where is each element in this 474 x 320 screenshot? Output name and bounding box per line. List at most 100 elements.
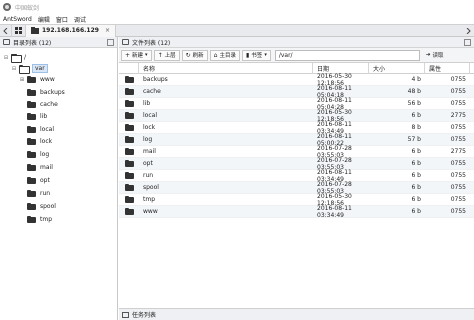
new-button[interactable]: + 新建 ▾ (121, 49, 152, 61)
collapse-toggle-icon[interactable]: ⊟ (11, 66, 17, 72)
table-row[interactable]: cache 2016-08-11 05:04:18 48 b 0755 (119, 85, 474, 99)
tree-item-lib[interactable]: lib (27, 111, 47, 122)
task-list-bar[interactable]: 任务列表 (119, 308, 474, 320)
folder-icon (27, 101, 36, 108)
list-icon (122, 39, 129, 45)
tab-scroll-right-button[interactable] (464, 27, 472, 35)
chevron-left-icon (3, 27, 8, 34)
file-size: 56 b (407, 100, 421, 107)
file-name: lock (143, 124, 156, 131)
file-name: backups (143, 76, 168, 83)
tree-item-mail[interactable]: mail (27, 162, 53, 173)
refresh-button[interactable]: ↻ 刷新 (181, 49, 208, 61)
file-perm: 0755 (450, 76, 466, 83)
column-header-name[interactable]: 名称 (139, 62, 313, 74)
column-header-size[interactable]: 大小 (369, 62, 425, 74)
tree-item-label: run (40, 190, 51, 197)
file-name: mail (143, 148, 156, 155)
chevron-right-icon (466, 28, 471, 34)
column-header-perm[interactable]: 属性 (425, 62, 470, 74)
tree-item-var[interactable]: ⊟ var (11, 63, 48, 74)
table-row[interactable]: spool 2016-07-28 03:55:03 6 b 0755 (119, 181, 474, 195)
folder-icon (27, 216, 36, 223)
folder-icon (125, 148, 134, 155)
folder-icon (27, 89, 36, 96)
file-perm: 0755 (450, 160, 466, 167)
tree-item-www[interactable]: ⊞ www (19, 74, 55, 85)
file-name: run (143, 172, 154, 179)
folder-icon (31, 27, 39, 34)
tree-item-log[interactable]: log (27, 149, 49, 160)
tree-item-opt[interactable]: opt (27, 175, 50, 186)
table-row[interactable]: opt 2016-07-28 03:55:03 6 b 0755 (119, 157, 474, 171)
folder-icon (27, 190, 36, 197)
tree-item-local[interactable]: local (27, 124, 54, 135)
tree-item-label: / (24, 54, 27, 61)
table-row[interactable]: log 2016-08-11 05:00:22 57 b 0755 (119, 133, 474, 147)
path-input[interactable] (274, 49, 420, 61)
tree-item-backups[interactable]: backups (27, 87, 65, 98)
folder-icon (125, 112, 134, 119)
folder-icon (125, 100, 134, 107)
collapse-button[interactable] (464, 39, 471, 46)
bookmark-button-label: 书签 (251, 53, 263, 59)
file-size: 48 b (407, 88, 421, 95)
file-size: 6 b (411, 172, 421, 179)
tree-item-label: www (40, 76, 55, 83)
tree-item-label: spool (40, 203, 56, 210)
file-size: 6 b (411, 184, 421, 191)
expand-toggle-icon[interactable]: ⊞ (19, 77, 25, 83)
file-perm: 0755 (450, 136, 466, 143)
tree-item-run[interactable]: run (27, 188, 50, 199)
file-perm: 0755 (450, 172, 466, 179)
tree-item-label: tmp (40, 216, 53, 223)
tree-item-cache[interactable]: cache (27, 99, 58, 110)
menu-edit[interactable]: 编辑 (38, 15, 50, 24)
folder-icon (27, 126, 36, 133)
folder-icon (125, 88, 134, 95)
tree-item-spool[interactable]: spool (27, 201, 56, 212)
menu-window[interactable]: 窗口 (56, 15, 68, 24)
plus-icon: + (125, 51, 131, 59)
bookmark-icon: ▮ (245, 51, 250, 59)
file-size: 8 b (411, 124, 421, 131)
folder-icon (125, 124, 134, 131)
tab-scroll-left-button[interactable] (0, 25, 12, 36)
home-button[interactable]: ⌂ 主目录 (209, 49, 240, 61)
file-table-header: 名称 日期 大小 属性 (119, 62, 474, 74)
table-row[interactable]: mail 2016-07-28 03:55:03 6 b 2775 (119, 145, 474, 159)
tree-item-root[interactable]: ⊟ / (3, 52, 26, 63)
collapse-button[interactable] (107, 39, 114, 46)
read-button[interactable]: ➔ 读取 (423, 50, 447, 61)
column-header-icon (119, 62, 139, 74)
file-perm: 0755 (450, 184, 466, 191)
tree-item-tmp[interactable]: tmp (27, 214, 52, 225)
file-toolbar: + 新建 ▾ ↑ 上层 ↻ 刷新 ⌂ 主目录 ▮ 书签 ▾ ➔ 读取 (119, 48, 474, 63)
table-row[interactable]: www 2016-08-11 03:34:49 6 b 0755 (119, 205, 474, 219)
bookmark-button[interactable]: ▮ 书签 ▾ (241, 49, 271, 61)
read-button-label: 读取 (432, 53, 444, 59)
collapse-toggle-icon[interactable]: ⊟ (3, 55, 9, 61)
home-grid-tab[interactable] (12, 25, 26, 36)
folder-open-icon (19, 65, 30, 74)
table-row[interactable]: tmp 2016-05-30 12:18:56 6 b 0755 (119, 193, 474, 207)
table-row[interactable]: lib 2016-08-11 05:04:28 56 b 0755 (119, 97, 474, 111)
tree-item-lock[interactable]: lock (27, 136, 52, 147)
menu-antsword[interactable]: AntSword (3, 16, 32, 23)
table-row[interactable]: lock 2016-08-11 03:34:49 8 b 0755 (119, 121, 474, 135)
table-row[interactable]: run 2016-08-11 03:34:49 6 b 0755 (119, 169, 474, 183)
close-icon[interactable]: × (105, 27, 110, 34)
title-bar: 中国蚁剑 (0, 0, 474, 14)
file-perm: 0755 (450, 208, 466, 215)
directory-panel: 目录列表 (12) ⊟ / ⊟ var ⊞ www backups cache (0, 37, 118, 320)
table-row[interactable]: local 2016-05-30 12:18:56 6 b 2775 (119, 109, 474, 123)
tab-connection[interactable]: 192.168.166.129 × (26, 24, 116, 37)
tab-connection-label: 192.168.166.129 (42, 27, 99, 34)
table-row[interactable]: backups 2016-05-30 12:18:56 4 b 0755 (119, 73, 474, 87)
menu-debug[interactable]: 调试 (74, 15, 86, 24)
arrow-right-icon: ➔ (425, 52, 431, 58)
tab-bar: 192.168.166.129 × (0, 24, 474, 37)
file-perm: 0755 (450, 100, 466, 107)
file-size: 57 b (407, 136, 421, 143)
up-button[interactable]: ↑ 上层 (153, 49, 180, 61)
